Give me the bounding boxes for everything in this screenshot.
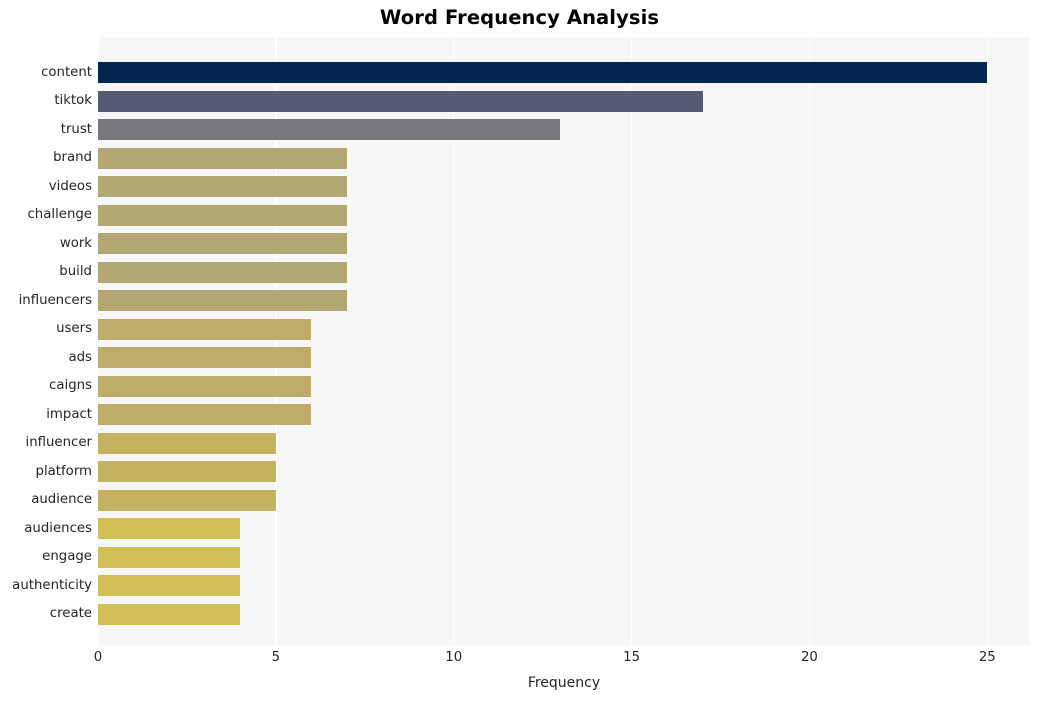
y-tick-label: authenticity [12,577,92,593]
x-tick-label: 5 [271,650,281,665]
bar [98,461,276,482]
y-tick-label: users [56,321,92,336]
y-tick-label: content [41,64,92,80]
y-tick-label: ads [68,349,92,365]
y-tick-label: challenge [27,207,92,222]
y-tick-label: work [59,235,92,251]
y-tick-label: influencers [18,292,92,308]
bar [98,233,347,254]
y-tick-label: caigns [49,378,92,393]
y-tick-label: influencer [25,435,93,450]
y-tick-label: brand [53,150,92,165]
y-tick-label: audience [31,492,92,507]
bar [98,518,241,539]
bar [98,489,276,511]
x-tick-label: 25 [978,650,996,665]
chart-title: Word Frequency Analysis [379,6,660,29]
x-tick-label: 0 [93,650,103,665]
gridline-15 [630,37,633,645]
gridline-25 [986,37,988,645]
y-tick-label: tiktok [54,93,92,108]
plot-area [98,37,1030,645]
y-tick-label: trust [60,121,92,137]
y-tick-label: build [59,264,92,279]
bar [98,347,312,368]
y-tick-label: impact [46,406,92,422]
y-tick-label: audiences [24,520,92,536]
word-frequency-chart-figure: Word Frequency Analysis content tiktok tru… [0,0,1039,701]
bar [98,204,347,226]
y-tick-label: create [49,606,92,621]
bar [98,575,241,596]
bar [98,404,312,425]
x-tick-label: 20 [800,650,818,665]
bar [98,432,276,454]
bar [98,603,241,625]
x-axis-title: Frequency [527,675,601,691]
y-tick-label: platform [35,463,93,479]
bar [98,318,312,340]
bar [98,290,347,311]
y-tick-label: videos [48,178,92,194]
x-tick-label: 10 [445,650,463,665]
bar [98,90,703,112]
bar [98,375,312,397]
bar [98,62,988,83]
gridline-20 [808,37,811,645]
y-axis-tick-labels: content tiktok trust brand videos challenge wo… [0,37,92,645]
bar [98,546,241,568]
bar [98,147,347,169]
bar [98,119,561,140]
x-tick-label: 15 [623,650,641,665]
bar [98,261,347,283]
x-axis-tick-labels: 0 5 10 15 20 25 [0,650,1039,670]
y-tick-label: engage [42,549,92,564]
bar [98,176,347,197]
